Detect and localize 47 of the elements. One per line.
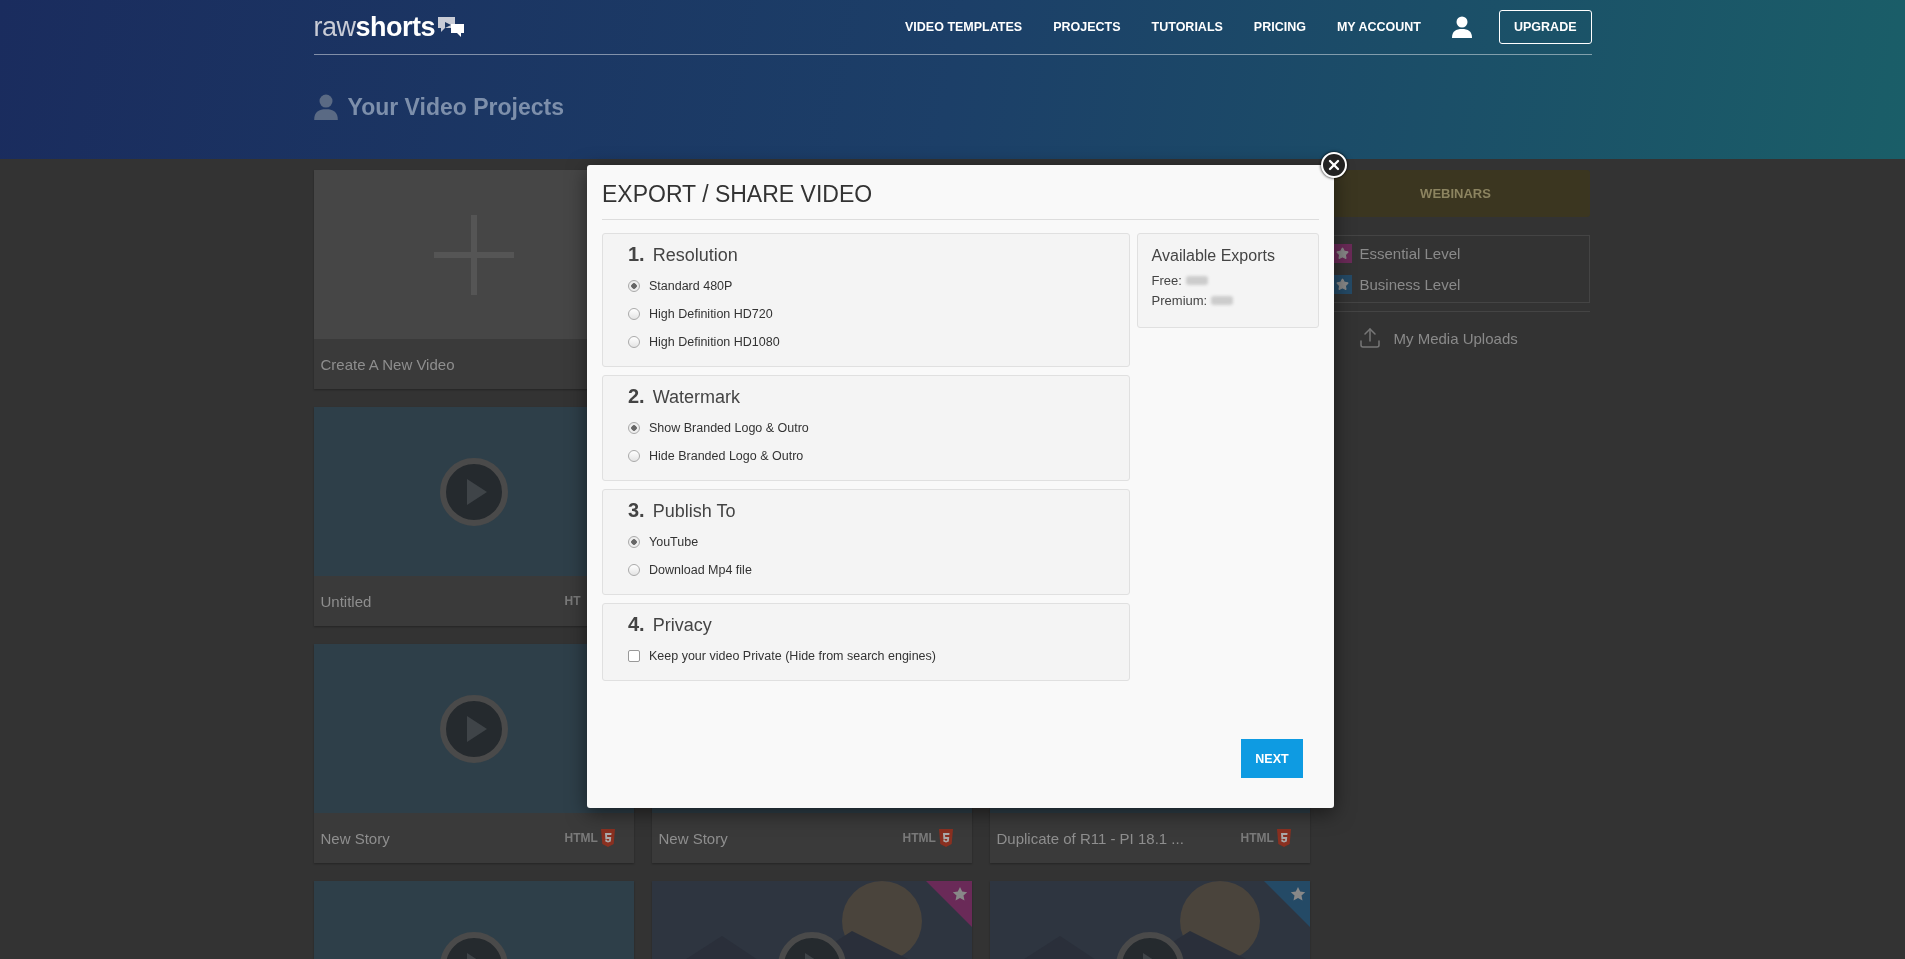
user-icon xyxy=(313,94,338,120)
section-title: Publish To xyxy=(652,501,736,522)
page-title: Your Video Projects xyxy=(347,93,564,121)
format-label: HT xyxy=(564,594,581,608)
exports-title: Available Exports xyxy=(1151,247,1276,265)
exports-label: Premium: xyxy=(1151,292,1208,308)
dialog-title: EXPORT / SHARE VIDEO xyxy=(602,175,1319,220)
html5-icon xyxy=(599,829,616,847)
html5-icon xyxy=(937,829,954,847)
radio-button[interactable] xyxy=(628,308,640,320)
radio-button[interactable] xyxy=(628,536,640,548)
radio-button[interactable] xyxy=(628,450,640,462)
nav-link[interactable]: VIDEO TEMPLATES xyxy=(905,20,1023,34)
play-icon[interactable] xyxy=(438,456,509,527)
close-icon xyxy=(1326,157,1342,173)
nav-link[interactable]: MY ACCOUNT xyxy=(1336,20,1421,34)
format-label: HTML xyxy=(1240,831,1274,845)
play-icon[interactable] xyxy=(438,693,509,764)
level-link[interactable]: Business Level xyxy=(1332,275,1579,294)
html5-icon xyxy=(1275,829,1292,847)
upload-icon xyxy=(1357,326,1382,350)
format-label: HTML xyxy=(902,831,936,845)
radio-button[interactable] xyxy=(628,280,640,292)
upgrade-button[interactable]: UPGRADE xyxy=(1499,10,1592,44)
project-title: Create A New Video xyxy=(320,355,456,373)
radio-button[interactable] xyxy=(628,422,640,434)
checkbox[interactable] xyxy=(628,650,640,662)
format-label: HTML xyxy=(564,831,598,845)
level-link[interactable]: Essential Level xyxy=(1332,244,1579,263)
logo[interactable]: rawshorts xyxy=(313,11,436,43)
user-icon[interactable] xyxy=(1452,16,1472,38)
section-title: Privacy xyxy=(652,615,712,636)
project-title: New Story xyxy=(658,829,729,847)
blurred-value xyxy=(1185,275,1208,285)
radio-button[interactable] xyxy=(628,564,640,576)
project-title: Untitled xyxy=(320,592,373,610)
project-title: Duplicate of R11 - PI 18.1 ... xyxy=(996,829,1185,847)
nav-link[interactable]: PRICING xyxy=(1253,20,1306,34)
exports-label: Free: xyxy=(1151,272,1182,288)
nav-link[interactable]: PROJECTS xyxy=(1053,20,1121,34)
nav-link[interactable]: TUTORIALS xyxy=(1151,20,1223,34)
section-title: Resolution xyxy=(652,245,738,266)
section-title: Watermark xyxy=(652,387,741,408)
chat-bubbles-icon xyxy=(437,16,466,38)
radio-button[interactable] xyxy=(628,336,640,348)
blurred-value xyxy=(1211,295,1234,305)
project-title: New Story xyxy=(320,829,391,847)
